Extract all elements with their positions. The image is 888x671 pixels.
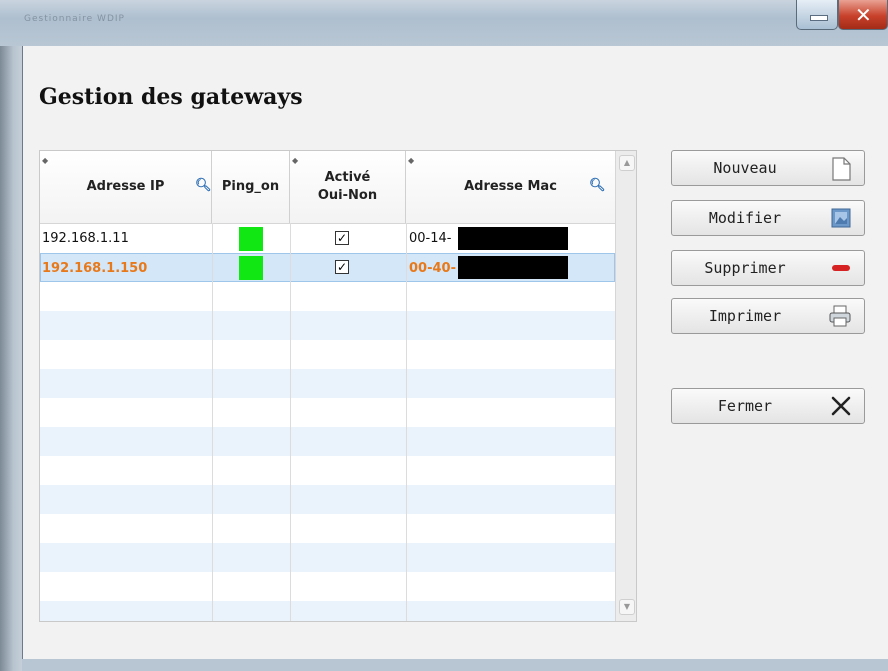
table-row-empty[interactable] bbox=[40, 572, 615, 601]
column-header-active[interactable]: ◆ Activé Oui-Non bbox=[290, 151, 406, 223]
cell-mac: 00-14- bbox=[409, 231, 452, 246]
supprimer-label: Supprimer bbox=[704, 259, 786, 277]
printer-icon bbox=[829, 305, 851, 327]
column-header-ping[interactable]: Ping_on bbox=[212, 151, 290, 223]
minus-icon bbox=[832, 265, 850, 271]
imprimer-label: Imprimer bbox=[708, 307, 782, 325]
table-header: ◆ Adresse IP 🔍︎ Ping_on ◆ Activé Oui-Non… bbox=[40, 151, 615, 224]
window-frame-bottom bbox=[22, 659, 888, 671]
table-row[interactable]: 192.168.1.11 ✓ 00-14- bbox=[40, 224, 615, 253]
sort-icon: ◆ bbox=[292, 156, 299, 165]
title-bar[interactable]: Gestionnaire WDIP ✕ bbox=[0, 0, 888, 46]
edit-image-icon bbox=[831, 208, 851, 228]
table-row-empty[interactable] bbox=[40, 311, 615, 340]
column-label-mac: Adresse Mac bbox=[464, 179, 557, 194]
application-window: Gestionnaire WDIP ✕ Gestion des gateways… bbox=[0, 0, 888, 671]
window-title: Gestionnaire WDIP bbox=[24, 14, 125, 24]
table-row-empty[interactable] bbox=[40, 485, 615, 514]
minimize-icon bbox=[810, 15, 828, 21]
column-divider bbox=[406, 223, 407, 621]
search-icon[interactable]: 🔍︎ bbox=[589, 177, 606, 195]
gateways-table[interactable]: ◆ Adresse IP 🔍︎ Ping_on ◆ Activé Oui-Non… bbox=[39, 150, 637, 622]
supprimer-button[interactable]: Supprimer bbox=[671, 250, 865, 286]
cell-mac: 00-40- bbox=[409, 261, 456, 276]
modifier-label: Modifier bbox=[708, 209, 782, 227]
column-label-active: Activé Oui-Non bbox=[317, 170, 378, 203]
redaction-box bbox=[458, 256, 568, 279]
column-header-ip[interactable]: ◆ Adresse IP 🔍︎ bbox=[40, 151, 212, 223]
column-header-mac[interactable]: ◆ Adresse Mac 🔍︎ bbox=[406, 151, 615, 223]
scroll-down-arrow-icon[interactable]: ▼ bbox=[619, 599, 635, 615]
minimize-button[interactable] bbox=[796, 0, 838, 30]
table-row-empty[interactable] bbox=[40, 456, 615, 485]
table-row-empty[interactable] bbox=[40, 543, 615, 572]
table-row-selected[interactable]: 192.168.1.150 ✓ 00-40- bbox=[40, 253, 615, 282]
active-checkbox[interactable]: ✓ bbox=[335, 231, 349, 245]
fermer-label: Fermer bbox=[717, 397, 773, 415]
sort-icon: ◆ bbox=[408, 156, 415, 165]
column-divider bbox=[212, 223, 213, 621]
column-divider bbox=[290, 223, 291, 621]
column-label-ip: Adresse IP bbox=[86, 179, 165, 194]
table-row-empty[interactable] bbox=[40, 340, 615, 369]
redaction-box bbox=[458, 227, 568, 250]
search-icon[interactable]: 🔍︎ bbox=[195, 177, 212, 195]
table-row-empty[interactable] bbox=[40, 369, 615, 398]
active-checkbox[interactable]: ✓ bbox=[335, 260, 349, 274]
column-label-ping: Ping_on bbox=[221, 179, 280, 194]
table-row-empty[interactable] bbox=[40, 514, 615, 543]
nouveau-label: Nouveau bbox=[713, 159, 777, 177]
dialog-title: Gestion des gateways bbox=[39, 84, 303, 110]
vertical-scrollbar[interactable]: ▲ ▼ bbox=[615, 151, 636, 621]
cell-ip: 192.168.1.150 bbox=[42, 261, 148, 276]
scroll-up-arrow-icon[interactable]: ▲ bbox=[619, 155, 635, 171]
nouveau-button[interactable]: Nouveau bbox=[671, 150, 865, 186]
table-row-empty[interactable] bbox=[40, 398, 615, 427]
fermer-button[interactable]: Fermer bbox=[671, 388, 865, 424]
ping-status-indicator bbox=[239, 227, 263, 251]
close-icon bbox=[831, 396, 851, 416]
ping-status-indicator bbox=[239, 256, 263, 280]
cell-ip: 192.168.1.11 bbox=[42, 231, 129, 246]
modifier-button[interactable]: Modifier bbox=[671, 200, 865, 236]
close-icon: ✕ bbox=[855, 3, 872, 27]
sort-icon: ◆ bbox=[42, 156, 49, 165]
table-row-empty[interactable] bbox=[40, 601, 615, 621]
close-window-button[interactable]: ✕ bbox=[838, 0, 888, 30]
table-row-empty[interactable] bbox=[40, 282, 615, 311]
imprimer-button[interactable]: Imprimer bbox=[671, 298, 865, 334]
new-document-icon bbox=[832, 157, 851, 181]
table-row-empty[interactable] bbox=[40, 427, 615, 456]
window-frame-left bbox=[0, 46, 22, 671]
dialog-panel: Gestion des gateways ◆ Adresse IP 🔍︎ Pin… bbox=[22, 46, 888, 659]
